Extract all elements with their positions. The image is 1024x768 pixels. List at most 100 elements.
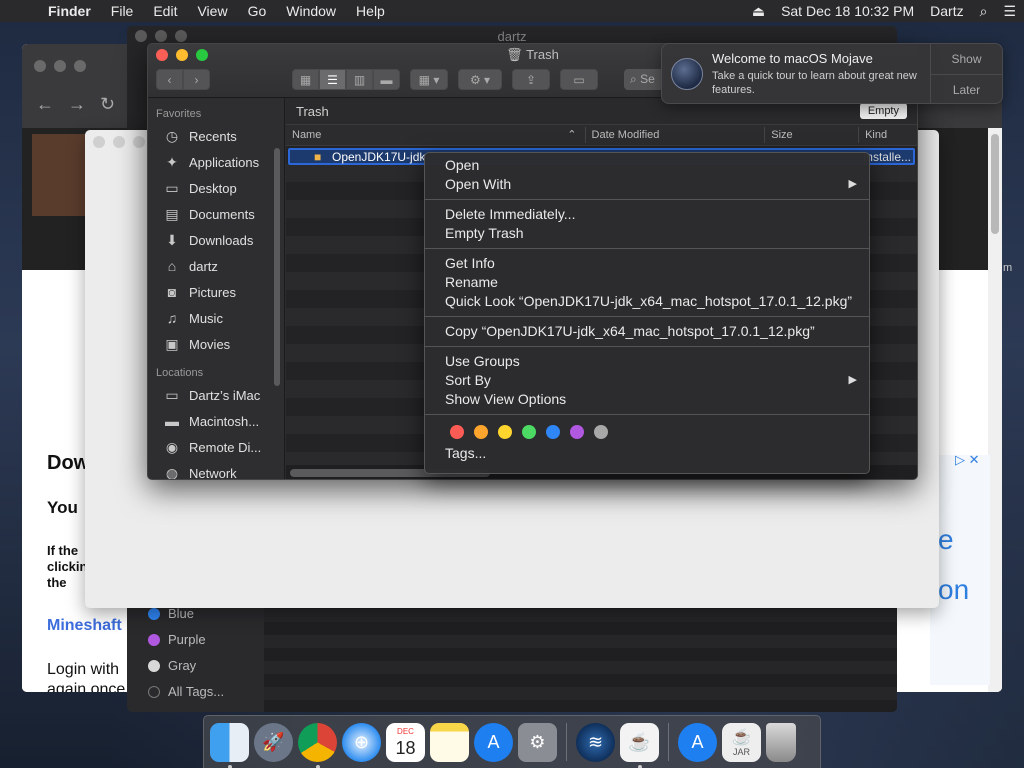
chrome-icon[interactable] (298, 722, 337, 768)
menu-item-quick-look[interactable]: Quick Look “OpenJDK17U-jdk_x64_mac_hotsp… (425, 292, 869, 311)
menu-item-open[interactable]: Open (425, 156, 869, 175)
finder-icon[interactable] (210, 722, 249, 768)
finder-sidebar: Favorites ◷ Recents ✦ Applications ▭ Deskto… (148, 98, 285, 479)
notification-center-icon[interactable]: ☰ (995, 3, 1024, 20)
menu-item-sort-by[interactable]: Sort By ▶ (425, 371, 869, 390)
back-button[interactable]: ‹ (156, 69, 183, 90)
menu-item-empty-trash[interactable]: Empty Trash (425, 224, 869, 243)
column-name[interactable]: Name ⌃ (286, 127, 586, 143)
sidebar-item-home[interactable]: ⌂ dartz (148, 253, 284, 279)
view-mode-buttons: ▦ ☰ ▥ ▬ (292, 69, 400, 90)
sidebar-item-pictures[interactable]: ◙ Pictures (148, 279, 284, 305)
menu-item-get-info[interactable]: Get Info (425, 254, 869, 273)
tag-green-dot[interactable] (522, 425, 536, 439)
menu-go[interactable]: Go (238, 3, 277, 19)
sidebar-item-desktop[interactable]: ▭ Desktop (148, 175, 284, 201)
sidebar-item-documents[interactable]: ▤ Documents (148, 201, 284, 227)
menu-edit[interactable]: Edit (143, 3, 187, 19)
column-kind[interactable]: Kind (859, 127, 917, 143)
sidebar-item-remote-disc[interactable]: ◉ Remote Di... (148, 434, 284, 460)
notification-later-button[interactable]: Later (931, 74, 1002, 104)
sidebar-all-tags[interactable]: All Tags... (148, 684, 224, 699)
browser-window-controls (34, 60, 86, 72)
gallery-view-icon[interactable]: ▬ (373, 69, 400, 90)
menubar-clock[interactable]: Sat Dec 18 10:32 PM (773, 3, 922, 19)
sidebar-tag-purple[interactable]: Purple (148, 632, 206, 647)
menu-item-tags[interactable]: Tags... (425, 444, 869, 463)
forward-button[interactable]: › (183, 69, 210, 90)
sidebar-item-movies[interactable]: ▣ Movies (148, 331, 284, 357)
share-icon[interactable]: ⇪ (512, 69, 550, 90)
menubar-user[interactable]: Dartz (922, 3, 971, 19)
search-input[interactable]: ⌕ Se (624, 69, 664, 90)
empty-trash-button[interactable]: Empty (859, 103, 907, 119)
sidebar-item-macintosh-hd[interactable]: ▬ Macintosh... (148, 408, 284, 434)
dock: 🚀 ⊕ DEC 18 A ⚙ ≋ ☕ A ☕ JAR (203, 715, 821, 768)
column-view-icon[interactable]: ▥ (346, 69, 373, 90)
menu-item-copy[interactable]: Copy “OpenJDK17U-jdk_x64_mac_hotspot_17.… (425, 322, 869, 341)
column-date-modified[interactable]: Date Modified (586, 127, 766, 143)
sidebar-item-applications[interactable]: ✦ Applications (148, 149, 284, 175)
sidebar-scrollbar[interactable] (274, 148, 280, 386)
sidebar-tag-blue[interactable]: Blue (148, 606, 194, 621)
tag-purple-dot[interactable] (570, 425, 584, 439)
sidebar-tag-gray[interactable]: Gray (148, 658, 196, 673)
ad-banner[interactable]: e on (930, 455, 990, 685)
java-icon[interactable]: ☕ (620, 722, 659, 768)
sidebar-tag-label: Gray (168, 658, 197, 673)
list-view-icon[interactable]: ☰ (319, 69, 346, 90)
notification-show-button[interactable]: Show (931, 44, 1002, 74)
sidebar-item-recents[interactable]: ◷ Recents (148, 123, 284, 149)
file-kind: Installe... (862, 150, 911, 164)
forward-arrow-icon[interactable]: → (68, 94, 86, 115)
notes-icon[interactable] (430, 722, 469, 762)
app-store-icon[interactable]: A (474, 722, 513, 762)
tag-blue-dot[interactable] (546, 425, 560, 439)
calendar-icon[interactable]: DEC 18 (386, 722, 425, 762)
menu-file[interactable]: File (101, 3, 144, 19)
page-link[interactable]: Mineshaft (47, 617, 122, 635)
launchpad-icon[interactable]: 🚀 (254, 722, 293, 762)
ad-choices-icon[interactable]: ▷ ✕ (955, 452, 980, 468)
sidebar-item-imac[interactable]: ▭ Dartz’s iMac (148, 382, 284, 408)
menu-item-use-groups[interactable]: Use Groups (425, 352, 869, 371)
sidebar-item-label: Downloads (189, 232, 254, 248)
back-arrow-icon[interactable]: ← (36, 94, 54, 115)
reload-icon[interactable]: ↻ (100, 94, 115, 115)
sidebar-item-downloads[interactable]: ⬇ Downloads (148, 227, 284, 253)
icon-view-icon[interactable]: ▦ (292, 69, 319, 90)
jar-file-icon[interactable]: ☕ JAR (722, 722, 761, 762)
menu-view[interactable]: View (187, 3, 237, 19)
tag-red-dot[interactable] (450, 425, 464, 439)
menu-item-show-view-options[interactable]: Show View Options (425, 390, 869, 409)
migration-icon[interactable]: ≋ (576, 722, 615, 762)
sidebar-item-network[interactable]: ◍ Network (148, 460, 284, 480)
tag-yellow-dot[interactable] (498, 425, 512, 439)
browser-scrollbar[interactable] (988, 128, 1002, 692)
sidebar-item-music[interactable]: ♫ Music (148, 305, 284, 331)
menu-item-open-with[interactable]: Open With ▶ (425, 175, 869, 194)
gear-icon[interactable]: ⚙ ▾ (458, 69, 502, 90)
sidebar-item-label: dartz (189, 258, 218, 274)
system-preferences-icon[interactable]: ⚙ (518, 722, 557, 762)
menu-item-rename[interactable]: Rename (425, 273, 869, 292)
menu-window[interactable]: Window (276, 3, 346, 19)
page-subheading: You (47, 498, 78, 517)
app-store-download-icon[interactable]: A (678, 722, 717, 762)
column-size[interactable]: Size (765, 127, 860, 143)
menu-bar: Finder File Edit View Go Window Help ⏏ S… (0, 0, 1024, 22)
notification-banner[interactable]: Welcome to macOS Mojave Take a quick tou… (661, 43, 1003, 104)
menu-app-finder[interactable]: Finder (38, 3, 101, 19)
spotlight-icon[interactable]: ⌕ (972, 3, 996, 20)
trash-icon[interactable] (766, 722, 796, 762)
dialog-window-controls (93, 136, 145, 148)
tag-gray-dot[interactable] (594, 425, 608, 439)
menu-help[interactable]: Help (346, 3, 395, 19)
menu-item-delete-immediately[interactable]: Delete Immediately... (425, 205, 869, 224)
tag-orange-dot[interactable] (474, 425, 488, 439)
eject-icon[interactable]: ⏏ (744, 3, 773, 20)
group-by-button[interactable]: ▦ ▾ (410, 69, 448, 90)
tag-icon[interactable]: ▭ (560, 69, 598, 90)
safari-icon[interactable]: ⊕ (342, 722, 381, 762)
notification-title: Welcome to macOS Mojave (712, 51, 873, 66)
